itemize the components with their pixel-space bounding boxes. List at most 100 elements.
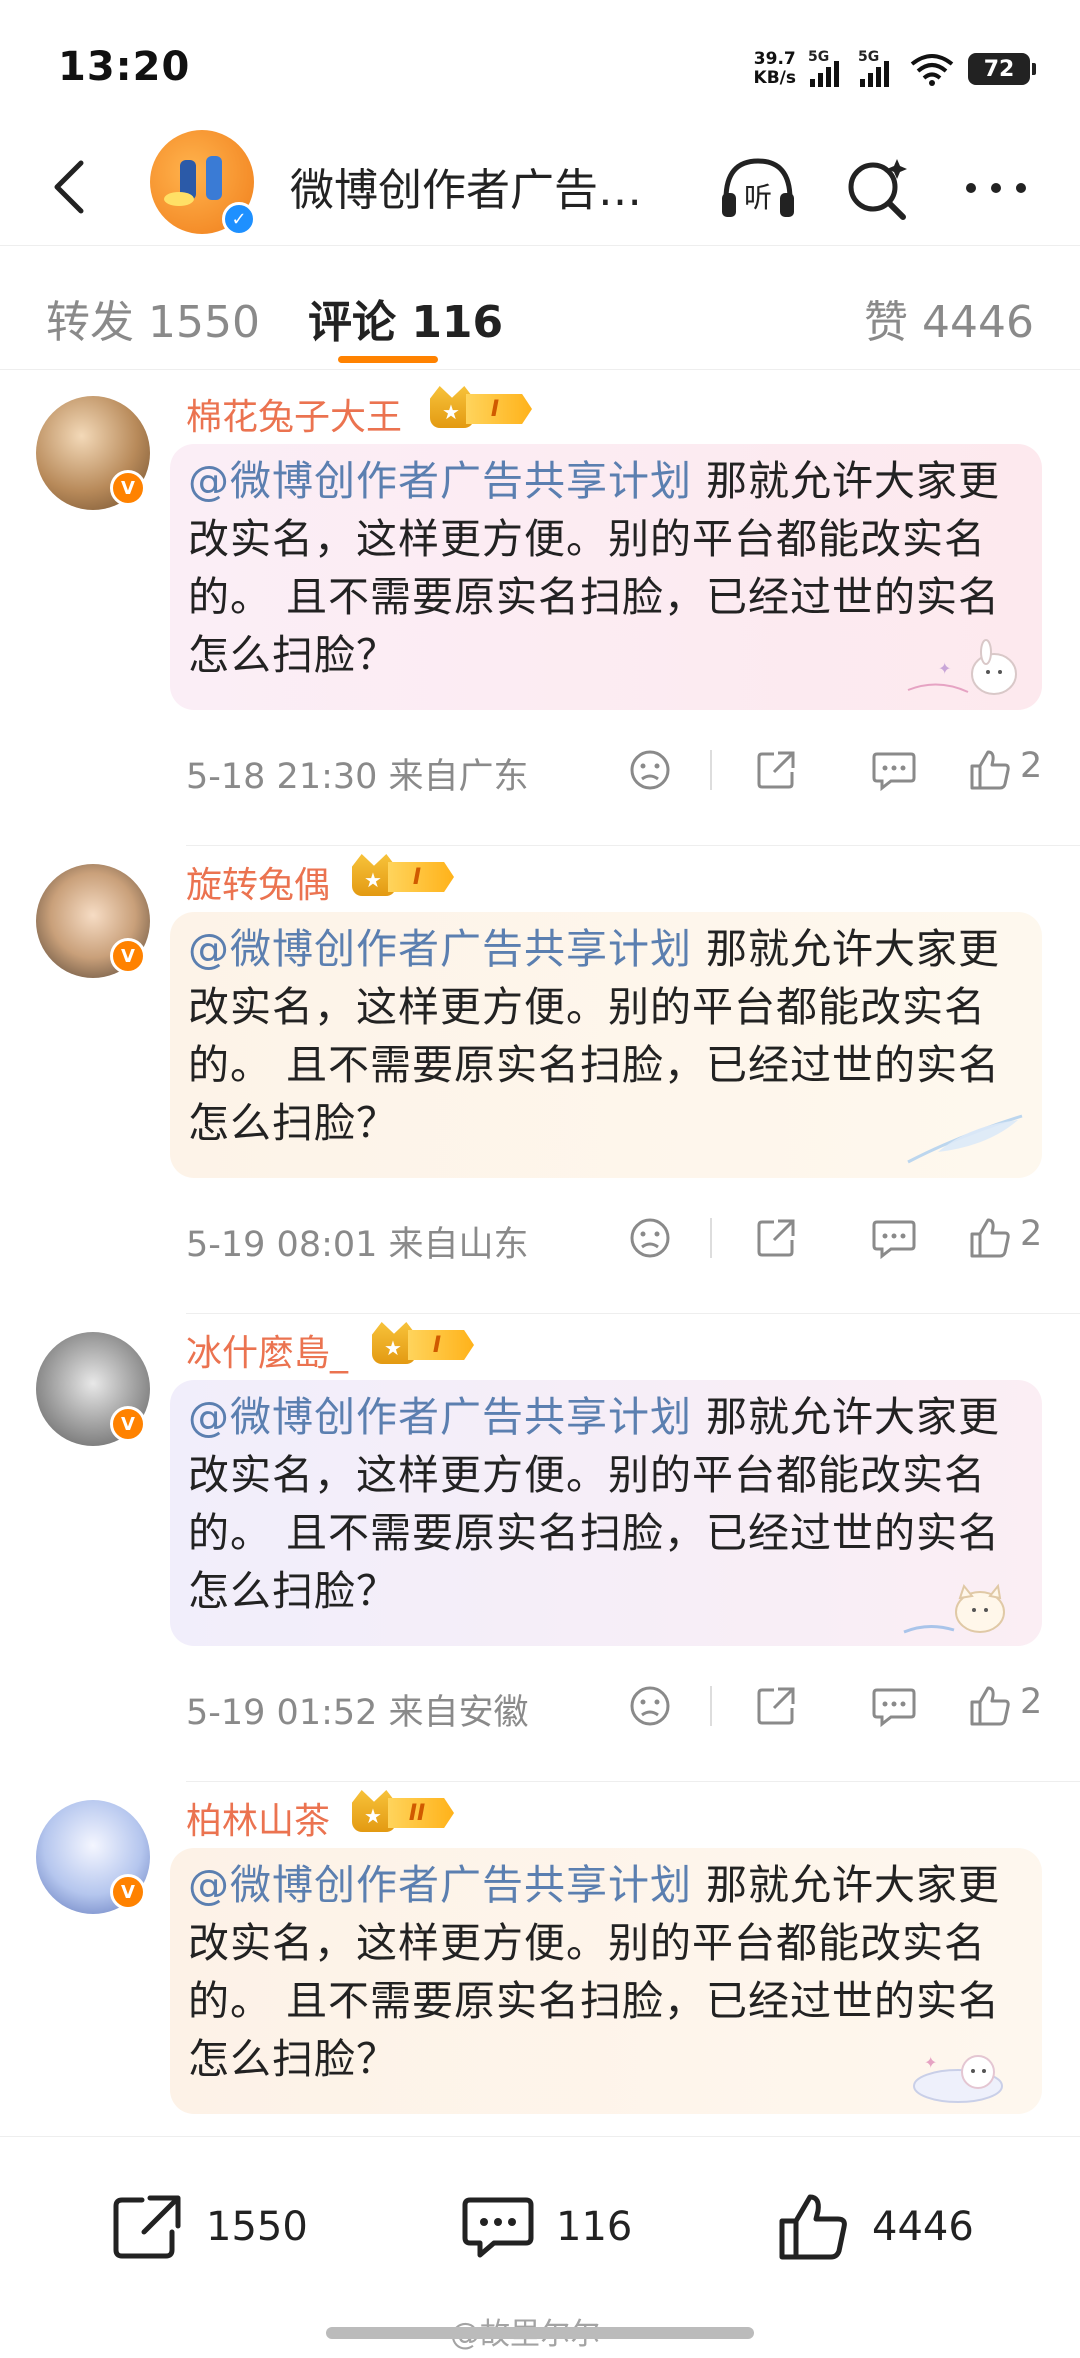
comment-count: 116 <box>556 2204 633 2250</box>
search-button[interactable] <box>838 148 918 228</box>
level-badge: ★ I <box>372 1322 482 1364</box>
username[interactable]: 棉花兔子大王 <box>186 388 402 440</box>
comment-item: V 冰什麼島_ ★ I @微博创作者广告共享计划 那就允许大家更改实名，这样更方便… <box>0 1314 1080 1782</box>
like-button[interactable] <box>960 1676 1020 1736</box>
thumbs-up-icon <box>970 750 1010 790</box>
tab-bar: 转发 1550 评论 116 赞 4446 <box>0 250 1080 370</box>
level-badge: ★ I <box>352 854 462 896</box>
sad-face-icon <box>630 1218 670 1258</box>
back-arrow-icon <box>54 160 84 214</box>
thumbs-up-icon <box>779 2194 847 2260</box>
comment-icon <box>872 752 916 792</box>
share-button[interactable] <box>746 1676 806 1736</box>
reply-button[interactable] <box>864 740 924 800</box>
verified-badge-icon: V <box>110 1874 146 1910</box>
comment-bubble[interactable]: @微博创作者广告共享计划 那就允许大家更改实名，这样更方便。别的平台都能改实名的… <box>170 912 1042 1178</box>
mention-link[interactable]: @微博创作者广告共享计划 <box>188 1393 692 1441</box>
verified-badge-icon: V <box>110 470 146 506</box>
username[interactable]: 柏林山茶 <box>186 1792 330 1844</box>
feather-sticker-icon <box>907 1114 1023 1164</box>
comment-bubble[interactable]: @微博创作者广告共享计划 那就允许大家更改实名，这样更方便。别的平台都能改实名的… <box>170 1848 1042 2114</box>
comment-bubble[interactable]: @微博创作者广告共享计划 那就允许大家更改实名，这样更方便。别的平台都能改实名的… <box>170 1380 1042 1646</box>
repost-count: 1550 <box>206 2204 308 2250</box>
share-icon <box>113 2195 181 2259</box>
comment-button[interactable]: 116 <box>460 2187 632 2267</box>
username[interactable]: 旋转兔偶 <box>186 856 330 908</box>
cloud-sticker-icon: ✦ <box>913 2053 1003 2103</box>
username[interactable]: 冰什麼島_ <box>186 1324 348 1376</box>
sad-face-icon <box>630 750 670 790</box>
signal-icon: 5G <box>808 49 846 87</box>
search-sparkle-icon <box>848 159 907 220</box>
comment-icon <box>872 1220 916 1260</box>
divider <box>710 1686 712 1726</box>
verified-badge-icon: ✓ <box>222 202 256 236</box>
comment-actions: 2 <box>620 1202 1050 1272</box>
comment-item: V 棉花兔子大王 ★ I @微博创作者广告共享计划 那就允许大家更改实名，这样更方… <box>0 378 1080 846</box>
headphones-icon: 听 <box>722 158 794 217</box>
comment-meta: 5-18 21:30 来自广东 <box>186 757 529 797</box>
share-button[interactable] <box>746 1208 806 1268</box>
divider <box>710 1218 712 1258</box>
comment-actions: 2 <box>620 1670 1050 1740</box>
repost-button[interactable]: 1550 <box>110 2187 308 2267</box>
status-time: 13:20 <box>58 44 191 90</box>
cat-sticker-icon <box>903 1583 1005 1634</box>
divider <box>710 750 712 790</box>
mention-link[interactable]: @微博创作者广告共享计划 <box>188 457 692 505</box>
wifi-icon <box>910 54 954 86</box>
dislike-button[interactable] <box>620 740 680 800</box>
network-speed: 39.7 KB/s <box>753 49 796 88</box>
comment-actions: 2 <box>620 734 1050 804</box>
thumbs-up-icon <box>970 1218 1010 1258</box>
comment-icon <box>462 2197 534 2258</box>
like-button[interactable] <box>960 740 1020 800</box>
like-count: 2 <box>1020 1682 1043 1722</box>
svg-text:✦: ✦ <box>924 2053 937 2072</box>
bottom-action-bar: 1550 116 4446 @故里尔尔 <box>0 2136 1080 2358</box>
reply-button[interactable] <box>864 1676 924 1736</box>
dislike-button[interactable] <box>620 1208 680 1268</box>
share-icon <box>757 1687 795 1725</box>
status-indicators: 39.7 KB/s 5G 5G 72 <box>753 49 1036 88</box>
comment-icon <box>872 1688 916 1728</box>
comment-meta: 5-19 08:01 来自山东 <box>186 1225 529 1265</box>
svg-text:✦: ✦ <box>938 659 951 678</box>
like-button[interactable] <box>960 1208 1020 1268</box>
status-bar: 13:20 39.7 KB/s 5G 5G 72 <box>0 0 1080 130</box>
more-icon <box>966 183 1026 193</box>
tab-repost[interactable]: 转发 1550 <box>46 286 260 350</box>
like-count: 2 <box>1020 746 1043 786</box>
mention-link[interactable]: @微博创作者广告共享计划 <box>188 925 692 973</box>
sad-face-icon <box>630 1686 670 1726</box>
like-count: 4446 <box>872 2204 974 2250</box>
level-badge: ★ I <box>430 386 540 428</box>
active-tab-indicator <box>338 356 438 363</box>
bunny-sticker-icon: ✦ <box>907 639 1017 695</box>
like-count: 2 <box>1020 1214 1043 1254</box>
signal-icon: 5G <box>858 49 896 87</box>
svg-text:听: 听 <box>744 181 772 214</box>
comment-item: V 旋转兔偶 ★ I @微博创作者广告共享计划 那就允许大家更改实名，这样更方便。… <box>0 846 1080 1314</box>
home-indicator[interactable] <box>326 2327 754 2339</box>
level-badge: ★ II <box>352 1790 462 1832</box>
share-icon <box>757 751 795 789</box>
page-title[interactable]: 微博创作者广告… <box>290 154 642 218</box>
listen-button[interactable]: 听 <box>718 148 798 228</box>
share-icon <box>757 1219 795 1257</box>
battery-icon: 72 <box>968 53 1036 85</box>
more-button[interactable] <box>956 148 1036 228</box>
header: ✓ 微博创作者广告… 听 <box>0 130 1080 246</box>
reply-button[interactable] <box>864 1208 924 1268</box>
verified-badge-icon: V <box>110 938 146 974</box>
dislike-button[interactable] <box>620 1676 680 1736</box>
tab-likes[interactable]: 赞 4446 <box>864 286 1034 350</box>
thumbs-up-icon <box>970 1686 1010 1726</box>
comment-bubble[interactable]: @微博创作者广告共享计划 那就允许大家更改实名，这样更方便。别的平台都能改实名的… <box>170 444 1042 710</box>
share-button[interactable] <box>746 740 806 800</box>
like-button[interactable]: 4446 <box>776 2187 974 2267</box>
back-button[interactable] <box>34 152 104 222</box>
mention-link[interactable]: @微博创作者广告共享计划 <box>188 1861 692 1909</box>
comment-item: V 柏林山茶 ★ II @微博创作者广告共享计划 那就允许大家更改实名，这样更方便… <box>0 1782 1080 2136</box>
tab-comments[interactable]: 评论 116 <box>308 286 503 350</box>
